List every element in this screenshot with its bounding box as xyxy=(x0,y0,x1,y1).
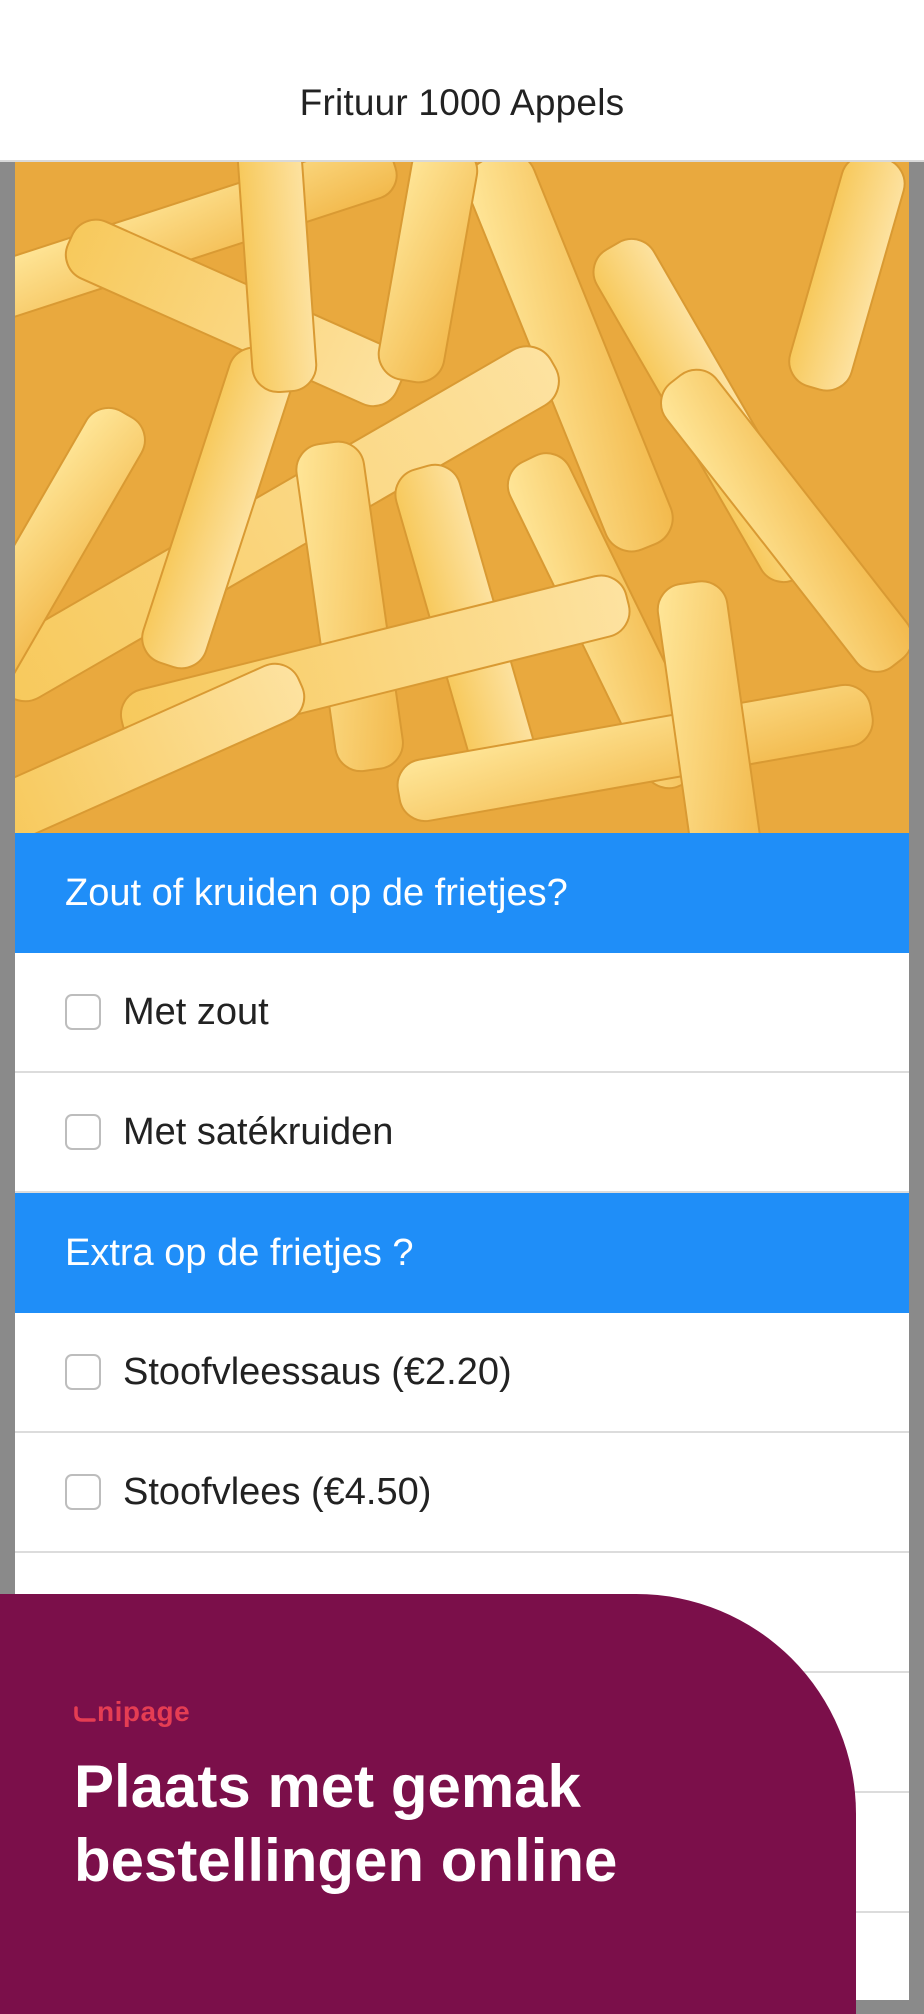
option-met-satekruiden[interactable]: Met satékruiden xyxy=(15,1073,909,1193)
checkbox[interactable] xyxy=(65,994,101,1030)
page-title: Frituur 1000 Appels xyxy=(299,82,625,123)
group-header-salt-or-spices: Zout of kruiden op de frietjes? xyxy=(15,833,909,953)
group-header-extras: Extra op de frietjes ? xyxy=(15,1193,909,1313)
option-label: Met satékruiden xyxy=(123,1110,394,1153)
promo-banner: nipage Plaats met gemak bestellingen onl… xyxy=(0,1594,856,2014)
promo-headline: Plaats met gemak bestellingen online xyxy=(74,1750,856,1898)
option-label: Stoofvlees (€4.50) xyxy=(123,1470,432,1513)
headline-line: bestellingen online xyxy=(74,1827,618,1894)
app-header: Frituur 1000 Appels xyxy=(0,0,924,162)
checkbox[interactable] xyxy=(65,1114,101,1150)
unipage-logo: nipage xyxy=(74,1694,856,1728)
option-stoofvleessaus[interactable]: Stoofvleessaus (€2.20) xyxy=(15,1313,909,1433)
option-met-zout[interactable]: Met zout xyxy=(15,953,909,1073)
headline-line: Plaats met gemak xyxy=(74,1753,581,1820)
fries-product-image xyxy=(15,162,909,833)
checkbox[interactable] xyxy=(65,1354,101,1390)
u-logo-icon xyxy=(74,1706,96,1722)
option-label: Met zout xyxy=(123,990,269,1033)
checkbox[interactable] xyxy=(65,1474,101,1510)
option-stoofvlees[interactable]: Stoofvlees (€4.50) xyxy=(15,1433,909,1553)
brand-name: nipage xyxy=(97,1696,191,1727)
option-label: Stoofvleessaus (€2.20) xyxy=(123,1350,512,1393)
